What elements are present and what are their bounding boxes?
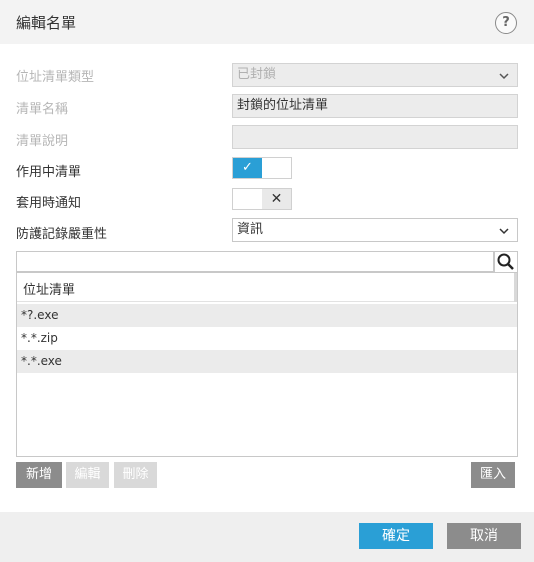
list-name-label: 清單名稱 xyxy=(16,102,69,117)
delete-button[interactable]: 刪除 xyxy=(114,462,157,488)
notify-on-apply-label: 套用時通知 xyxy=(16,196,82,211)
scrollbar[interactable] xyxy=(514,273,517,302)
list-type-select: 已封鎖 xyxy=(232,63,518,87)
log-severity-value: 資訊 xyxy=(237,222,264,237)
ok-button[interactable]: 確定 xyxy=(359,523,433,549)
list-type-value: 已封鎖 xyxy=(237,67,277,82)
edit-button[interactable]: 編輯 xyxy=(66,462,109,488)
list-description-field xyxy=(232,125,518,149)
list-description-label: 清單說明 xyxy=(16,134,69,149)
log-severity-label: 防護記錄嚴重性 xyxy=(16,227,108,242)
close-icon: ✕ xyxy=(262,189,291,209)
chevron-down-icon xyxy=(499,228,509,235)
dialog-title: 編輯名單 xyxy=(16,14,77,32)
list-name-value: 封鎖的位址清單 xyxy=(237,98,329,113)
list-item[interactable]: *.*.exe xyxy=(17,350,517,373)
dialog-header: 編輯名單 ? xyxy=(0,0,534,44)
active-list-toggle[interactable]: ✓ xyxy=(232,157,292,179)
add-button[interactable]: 新增 xyxy=(16,462,62,488)
import-button[interactable]: 匯入 xyxy=(471,462,515,488)
notify-on-apply-toggle[interactable]: ✕ xyxy=(232,188,292,210)
search-button[interactable] xyxy=(494,251,518,273)
list-column-header[interactable]: 位址清單 xyxy=(17,273,517,302)
list-item[interactable]: *?.exe xyxy=(17,304,517,327)
list-type-label: 位址清單類型 xyxy=(16,70,95,85)
chevron-down-icon xyxy=(499,73,509,80)
address-column-label: 位址清單 xyxy=(23,283,76,298)
check-icon: ✓ xyxy=(233,158,262,178)
log-severity-select[interactable]: 資訊 xyxy=(232,218,518,242)
help-icon[interactable]: ? xyxy=(495,12,517,34)
address-list: 位址清單 *?.exe *.*.zip *.*.exe xyxy=(16,272,518,457)
cancel-button[interactable]: 取消 xyxy=(447,523,521,549)
list-item[interactable]: *.*.zip xyxy=(17,327,517,350)
search-icon xyxy=(497,253,514,270)
search-input[interactable] xyxy=(16,251,494,272)
active-list-label: 作用中清單 xyxy=(16,165,82,180)
list-name-field: 封鎖的位址清單 xyxy=(232,94,518,118)
